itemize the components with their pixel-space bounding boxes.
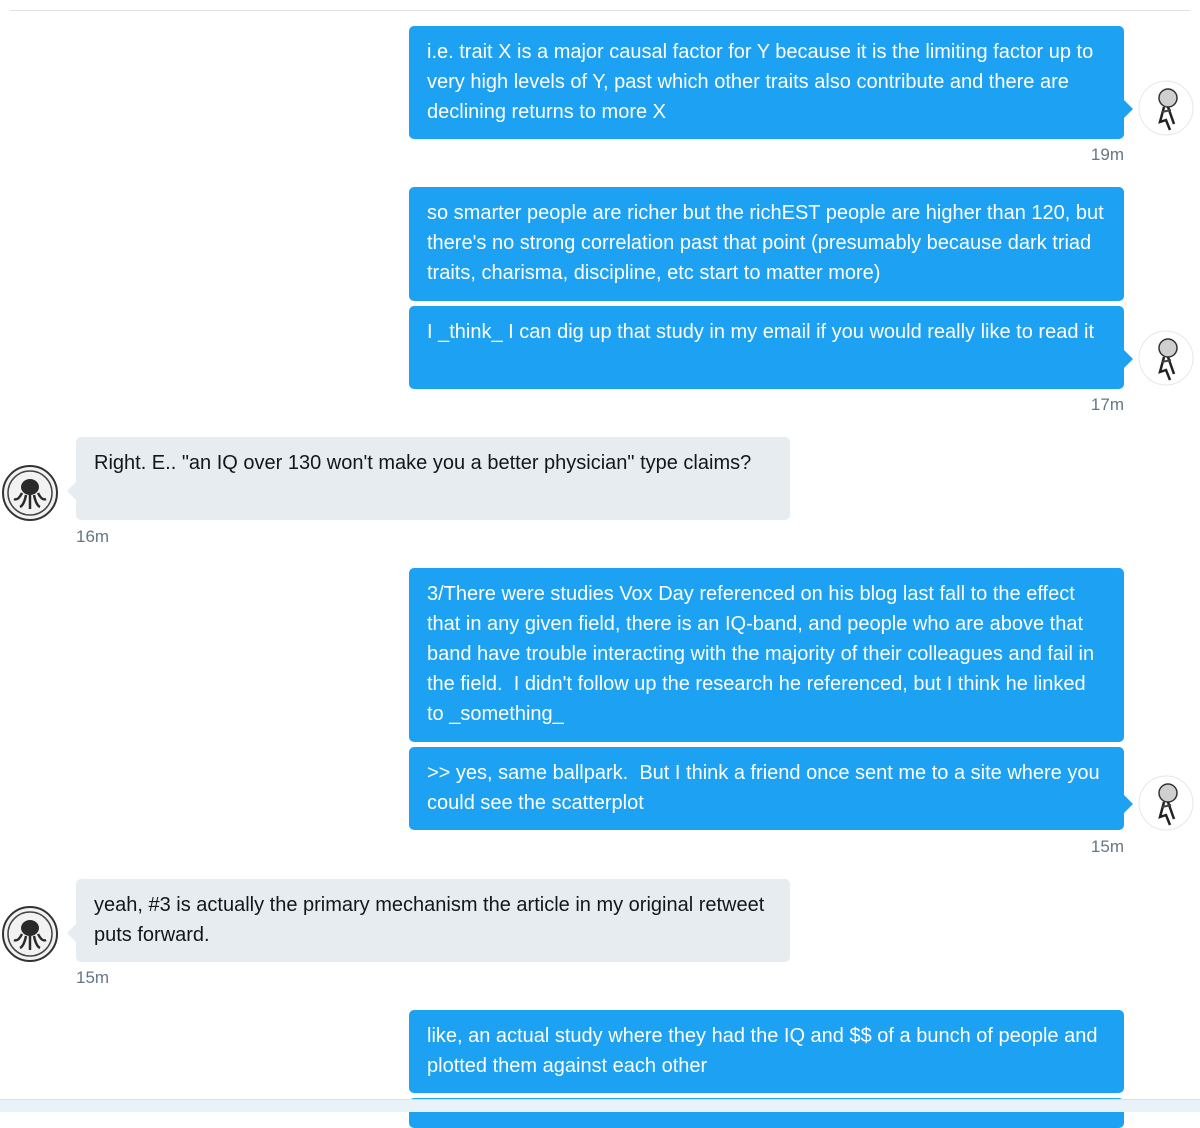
octopus-emblem-avatar[interactable]	[2, 465, 58, 521]
bottom-composer-edge	[0, 1099, 1200, 1112]
bubble-tail	[67, 482, 76, 500]
message-text: like, an actual study where they had the…	[427, 1025, 1104, 1077]
message-text: I _think_ I can dig up that study in my …	[427, 321, 1095, 343]
timestamp: 15m	[1090, 837, 1124, 856]
message-bubble-outgoing[interactable]: like, an actual study where they had the…	[409, 1010, 1124, 1093]
message-text: Right. E.. "an IQ over 130 won't make yo…	[94, 452, 752, 474]
message-bubble-outgoing[interactable]: 3/There were studies Vox Day referenced …	[409, 568, 1124, 742]
message-text: yeah, #3 is actually the primary mechani…	[94, 894, 770, 946]
message-bubble-outgoing[interactable]: >> yes, same ballpark. But I think a fri…	[409, 747, 1124, 830]
timestamp: 19m	[1090, 145, 1124, 164]
message-bubble-outgoing[interactable]: so smarter people are richer but the ric…	[409, 187, 1124, 301]
message-bubble-outgoing[interactable]: I _think_ I can dig up that study in my …	[409, 306, 1124, 389]
message-text: 3/There were studies Vox Day referenced …	[427, 583, 1100, 725]
message-text: i.e. trait X is a major causal factor fo…	[427, 41, 1099, 123]
message-text: so smarter people are richer but the ric…	[427, 202, 1110, 284]
timestamp: 16m	[76, 527, 110, 546]
message-text: >> yes, same ballpark. But I think a fri…	[427, 762, 1106, 814]
bubble-tail	[1124, 100, 1133, 118]
sketch-figure-avatar[interactable]	[1138, 775, 1194, 831]
octopus-emblem-avatar[interactable]	[2, 906, 58, 962]
timestamp: 15m	[76, 968, 110, 987]
bubble-tail	[1124, 350, 1133, 368]
message-bubble-outgoing[interactable]: i.e. trait X is a major causal factor fo…	[409, 26, 1124, 139]
sketch-figure-avatar[interactable]	[1138, 80, 1194, 136]
message-bubble-incoming[interactable]: yeah, #3 is actually the primary mechani…	[76, 879, 790, 962]
bubble-tail	[67, 924, 76, 942]
top-divider	[10, 10, 1190, 11]
timestamp: 17m	[1090, 395, 1124, 414]
message-bubble-incoming[interactable]: Right. E.. "an IQ over 130 won't make yo…	[76, 437, 790, 520]
sketch-figure-avatar[interactable]	[1138, 330, 1194, 386]
bubble-tail	[1124, 795, 1133, 813]
